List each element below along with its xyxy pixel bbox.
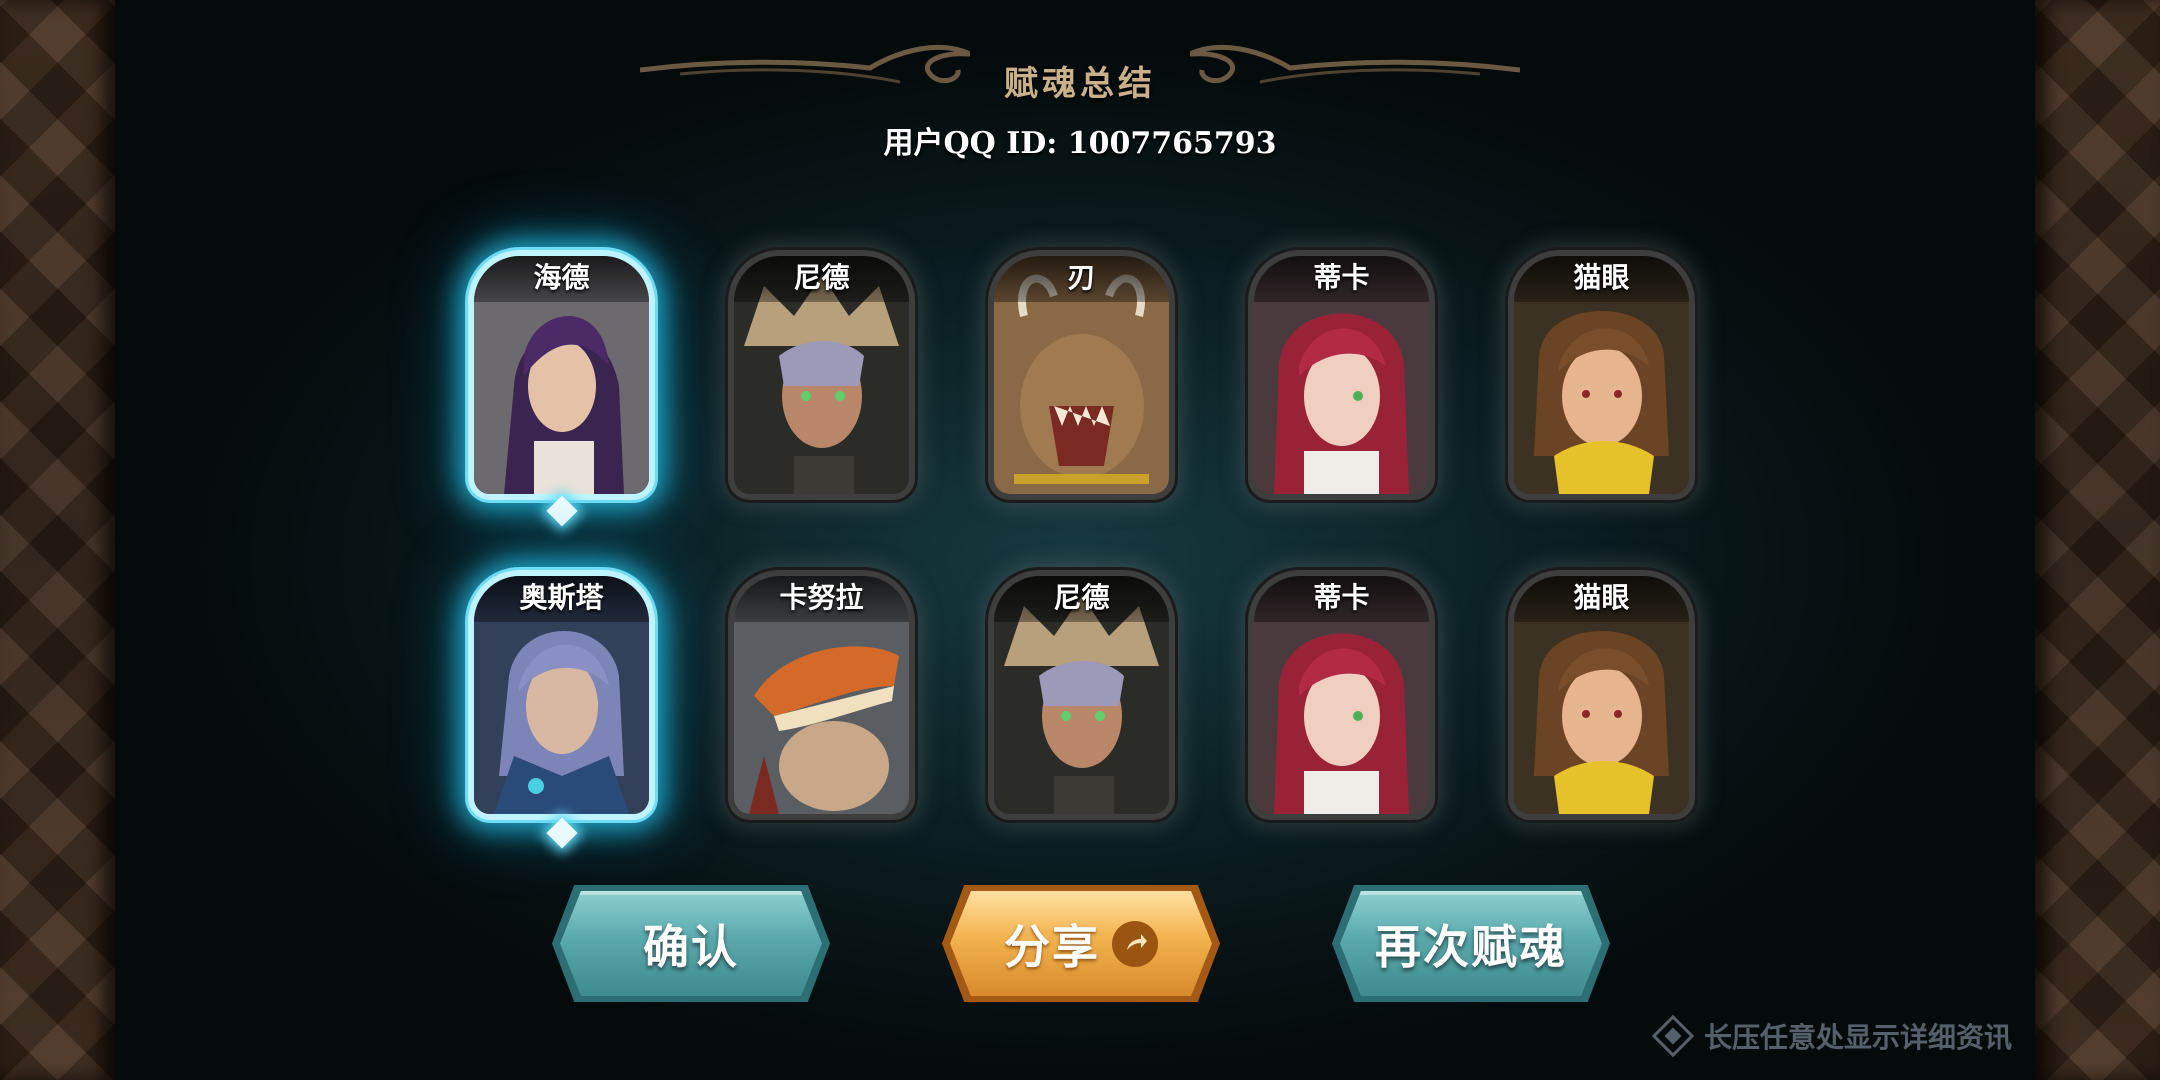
hero-name: 海德 <box>474 256 649 302</box>
hero-card[interactable]: 猫眼 <box>1508 570 1695 820</box>
confirm-button[interactable]: 确认 <box>560 891 822 996</box>
hero-name: 刃 <box>994 256 1169 302</box>
hero-card[interactable]: 海德 <box>468 250 655 500</box>
hero-card[interactable]: 奥斯塔 <box>468 570 655 820</box>
hero-name: 卡努拉 <box>734 576 909 622</box>
hero-name: 尼德 <box>994 576 1169 622</box>
long-press-hint: 长压任意处显示详细资讯 <box>1651 1014 2012 1058</box>
hero-name: 猫眼 <box>1514 576 1689 622</box>
hint-diamond-icon <box>1651 1014 1695 1058</box>
selected-gem-icon <box>546 495 578 527</box>
hero-card[interactable]: 尼德 <box>728 250 915 500</box>
selected-gem-icon <box>546 817 578 849</box>
share-button-label: 分享 <box>1004 919 1100 974</box>
hint-text: 长压任意处显示详细资讯 <box>1703 1021 2012 1054</box>
share-button[interactable]: 分享 <box>950 891 1212 996</box>
hero-name: 蒂卡 <box>1254 576 1429 622</box>
hero-card[interactable]: 蒂卡 <box>1248 250 1435 500</box>
share-arrow-icon <box>1112 920 1158 967</box>
hero-name: 猫眼 <box>1514 256 1689 302</box>
hero-name: 尼德 <box>734 256 909 302</box>
hero-name: 奥斯塔 <box>474 576 649 622</box>
reroll-button[interactable]: 再次赋魂 <box>1340 891 1602 996</box>
hero-card[interactable]: 猫眼 <box>1508 250 1695 500</box>
hero-card[interactable]: 尼德 <box>988 570 1175 820</box>
hero-card[interactable]: 蒂卡 <box>1248 570 1435 820</box>
hero-card[interactable]: 刃 <box>988 250 1175 500</box>
hero-name: 蒂卡 <box>1254 256 1429 302</box>
hero-card[interactable]: 卡努拉 <box>728 570 915 820</box>
